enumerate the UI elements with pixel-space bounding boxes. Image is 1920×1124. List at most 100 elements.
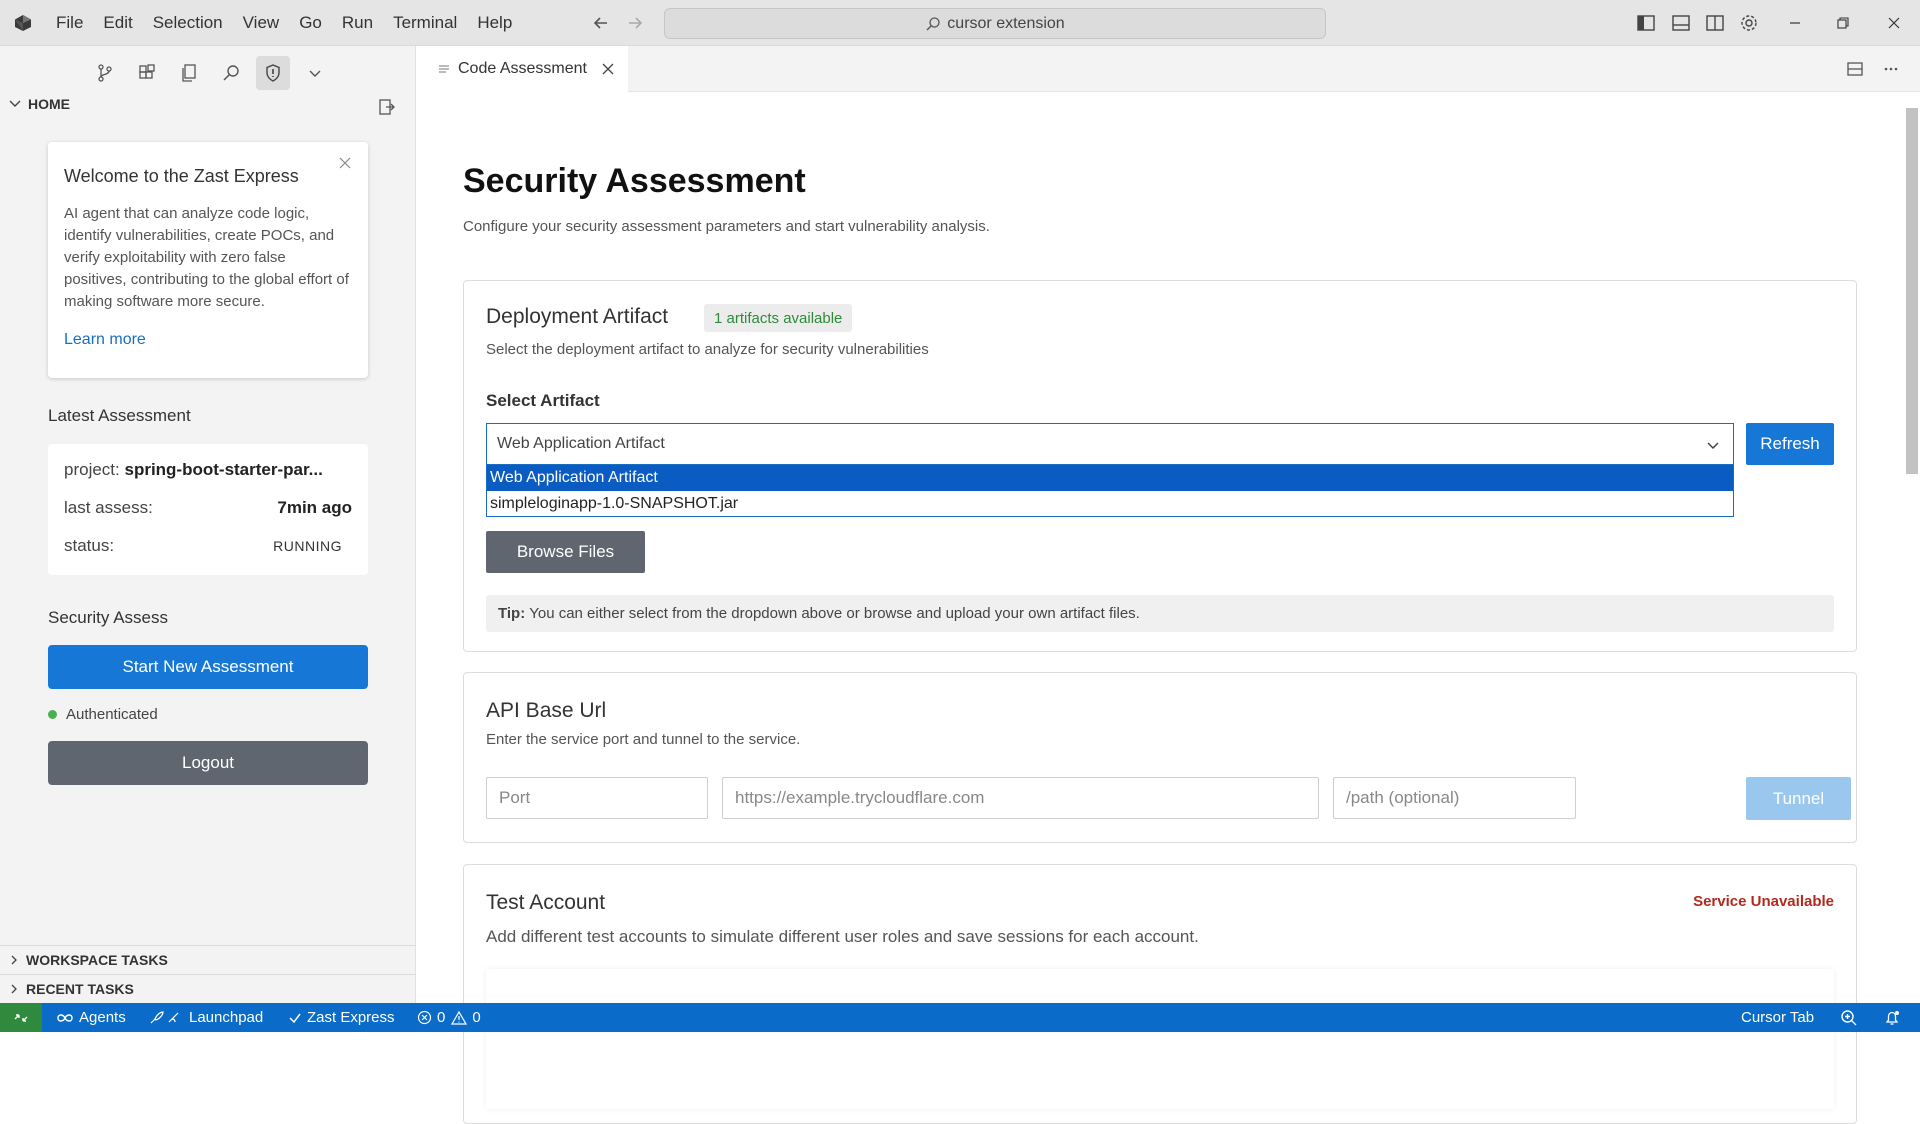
tunnel-url-input[interactable]: https://example.trycloudflare.com bbox=[722, 777, 1319, 819]
project-label: project: bbox=[64, 460, 120, 479]
sidebar-action-icon[interactable] bbox=[378, 98, 396, 116]
menu-selection[interactable]: Selection bbox=[153, 13, 223, 33]
zast-security-tab[interactable] bbox=[256, 56, 290, 90]
artifact-dropdown-list: Web Application Artifact simpleloginapp-… bbox=[486, 464, 1734, 517]
home-section-header[interactable]: HOME bbox=[8, 96, 70, 112]
status-row: status: RUNNING bbox=[64, 536, 352, 556]
workspace-tasks-section[interactable]: WORKSPACE TASKS bbox=[0, 945, 416, 973]
tip-box: Tip: You can either select from the drop… bbox=[486, 595, 1834, 632]
more-views-tab[interactable] bbox=[298, 56, 332, 90]
dropdown-option[interactable]: Web Application Artifact bbox=[487, 465, 1733, 491]
explorer-tab[interactable] bbox=[172, 56, 206, 90]
dropdown-option[interactable]: simpleloginapp-1.0-SNAPSHOT.jar bbox=[487, 491, 1733, 517]
extensions-icon bbox=[139, 64, 155, 79]
service-status: Service Unavailable bbox=[1693, 893, 1834, 910]
cursor-tab-label: Cursor Tab bbox=[1741, 1009, 1815, 1026]
project-row: project: spring-boot-starter-par... bbox=[64, 460, 352, 480]
start-new-assessment-button[interactable]: Start New Assessment bbox=[48, 645, 368, 689]
tab-code-assessment[interactable]: Code Assessment bbox=[416, 46, 628, 92]
recent-tasks-section[interactable]: RECENT TASKS bbox=[0, 974, 416, 1002]
port-input[interactable]: Port bbox=[486, 777, 708, 819]
recent-tasks-label: RECENT TASKS bbox=[26, 980, 134, 997]
api-base-url-description: Enter the service port and tunnel to the… bbox=[486, 731, 801, 748]
page-title: Security Assessment bbox=[463, 162, 806, 200]
deployment-artifact-title: Deployment Artifact bbox=[486, 305, 669, 328]
auth-status-text: Authenticated bbox=[66, 706, 158, 723]
check-icon bbox=[289, 1013, 301, 1023]
cursor-tab-status-item[interactable]: Cursor Tab bbox=[1741, 1003, 1814, 1032]
select-artifact-label: Select Artifact bbox=[486, 391, 600, 410]
page-subtitle: Configure your security assessment param… bbox=[463, 218, 990, 235]
latest-assessment-heading: Latest Assessment bbox=[48, 406, 191, 425]
status-bar: Agents Launchpad Zast Express 0 0 Cursor… bbox=[0, 1003, 1920, 1032]
menu-file[interactable]: File bbox=[56, 13, 83, 33]
artifacts-count-badge: 1 artifacts available bbox=[704, 304, 853, 332]
launchpad-status-item[interactable]: Launchpad bbox=[148, 1003, 263, 1032]
status-badge: RUNNING bbox=[273, 538, 342, 554]
tab-bar: Code Assessment bbox=[416, 46, 1920, 92]
editor-scrollbar[interactable] bbox=[1902, 96, 1918, 999]
menu-terminal[interactable]: Terminal bbox=[393, 13, 457, 33]
menu-edit[interactable]: Edit bbox=[103, 13, 132, 33]
notifications-status-item[interactable] bbox=[1883, 1003, 1906, 1032]
toggle-panel-icon[interactable] bbox=[1671, 13, 1691, 33]
source-control-tab[interactable] bbox=[88, 56, 122, 90]
chevron-down-icon bbox=[1707, 442, 1719, 450]
zast-express-status-item[interactable]: Zast Express bbox=[288, 1003, 395, 1032]
tunnel-button[interactable]: Tunnel bbox=[1746, 777, 1851, 820]
welcome-title: Welcome to the Zast Express bbox=[64, 166, 299, 186]
learn-more-link[interactable]: Learn more bbox=[64, 331, 146, 348]
welcome-body: AI agent that can analyze code logic, id… bbox=[64, 205, 349, 310]
menu-help[interactable]: Help bbox=[477, 13, 512, 33]
tab-label: Code Assessment bbox=[458, 60, 587, 77]
path-input[interactable]: /path (optional) bbox=[1333, 777, 1576, 819]
toggle-primary-sidebar-icon[interactable] bbox=[1636, 13, 1656, 33]
settings-gear-icon[interactable] bbox=[1739, 13, 1759, 33]
menu-run[interactable]: Run bbox=[342, 13, 373, 33]
close-icon[interactable] bbox=[338, 156, 352, 170]
search-icon bbox=[223, 65, 239, 81]
tip-label: Tip: bbox=[498, 605, 526, 622]
back-arrow-icon[interactable] bbox=[591, 13, 611, 33]
search-text: cursor extension bbox=[947, 14, 1065, 32]
zast-express-label: Zast Express bbox=[307, 1009, 395, 1026]
test-account-panel: Test Account Service Unavailable Add dif… bbox=[463, 864, 1857, 1124]
agents-status-item[interactable]: Agents bbox=[56, 1003, 126, 1032]
refresh-button[interactable]: Refresh bbox=[1746, 423, 1834, 465]
command-center-search[interactable]: cursor extension bbox=[664, 8, 1326, 39]
remote-icon bbox=[14, 1013, 28, 1022]
last-assess-label: last assess: bbox=[64, 498, 153, 517]
security-assess-heading: Security Assess bbox=[48, 608, 168, 627]
test-account-title: Test Account bbox=[486, 891, 606, 914]
split-editor-icon[interactable] bbox=[1846, 60, 1864, 78]
close-icon[interactable] bbox=[601, 62, 615, 76]
problems-status-item[interactable]: 0 0 bbox=[417, 1003, 481, 1032]
browse-files-button[interactable]: Browse Files bbox=[486, 531, 645, 573]
artifact-select[interactable]: Web Application Artifact bbox=[486, 423, 1734, 464]
artifact-selected-value: Web Application Artifact bbox=[497, 435, 665, 452]
editor-area: Code Assessment Security Assessment Conf… bbox=[416, 46, 1920, 1124]
menu-view[interactable]: View bbox=[243, 13, 280, 33]
menu-go[interactable]: Go bbox=[299, 13, 322, 33]
close-window-icon[interactable] bbox=[1885, 14, 1903, 32]
minimize-icon[interactable] bbox=[1786, 14, 1804, 32]
logout-button[interactable]: Logout bbox=[48, 741, 368, 785]
welcome-card: Welcome to the Zast Express AI agent tha… bbox=[48, 142, 368, 378]
scrollbar-thumb[interactable] bbox=[1906, 108, 1918, 474]
test-account-description: Add different test accounts to simulate … bbox=[486, 927, 1199, 946]
remote-indicator[interactable] bbox=[0, 1003, 42, 1032]
restore-icon[interactable] bbox=[1834, 14, 1852, 32]
deployment-artifact-panel: Deployment Artifact 1 artifacts availabl… bbox=[463, 280, 1857, 652]
project-value: spring-boot-starter-par... bbox=[124, 460, 323, 479]
extensions-tab[interactable] bbox=[130, 56, 164, 90]
preview-lines-icon bbox=[439, 65, 449, 73]
search-tab[interactable] bbox=[214, 56, 248, 90]
activity-bar bbox=[88, 56, 340, 90]
forward-arrow-icon[interactable] bbox=[625, 13, 645, 33]
toggle-secondary-sidebar-icon[interactable] bbox=[1705, 13, 1725, 33]
last-assess-value: 7min ago bbox=[277, 498, 352, 517]
zoom-status-item[interactable] bbox=[1840, 1003, 1863, 1032]
more-actions-icon[interactable] bbox=[1882, 60, 1900, 78]
launchpad-label: Launchpad bbox=[189, 1009, 264, 1026]
source-control-icon bbox=[98, 64, 112, 82]
